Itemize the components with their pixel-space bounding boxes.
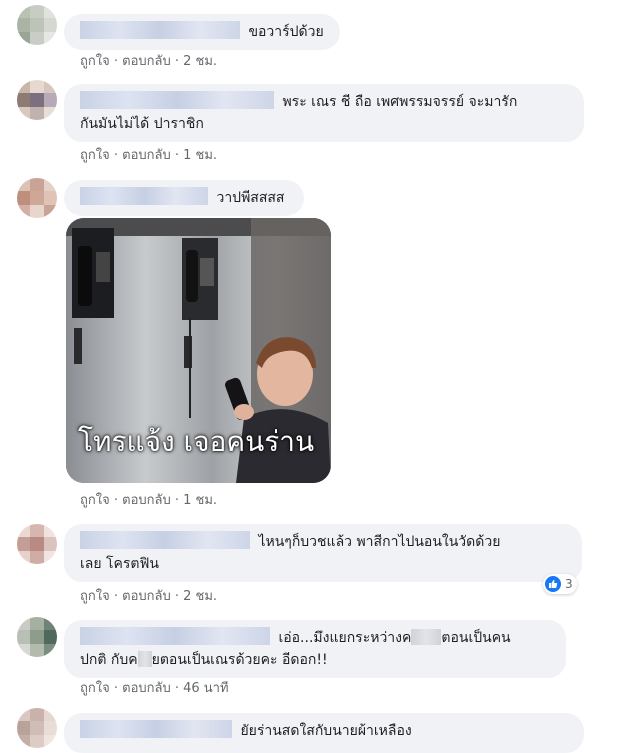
comment-text-line2b: ยตอนเป็นเณรด้วยคะ อีดอก!! — [151, 652, 328, 668]
avatar[interactable] — [17, 524, 57, 564]
comment-text-line1a: เอ่อ...มึงแยกระหว่างค — [278, 630, 412, 646]
comment-actions: ถูกใจ · ตอบกลับ · 2 ชม. — [80, 589, 217, 605]
comment-text-line1b: ตอนเป็นคน — [441, 630, 511, 646]
sticker-image[interactable]: โทรแจ้ง เจอคนร่าน — [66, 218, 331, 483]
comment-bubble: เอ่อ...มึงแยกระหว่างค ตอนเป็นคน ปกติ กับค… — [64, 620, 566, 678]
like-link[interactable]: ถูกใจ — [80, 54, 110, 69]
comment-text-line2a: ปกติ กับค — [80, 652, 138, 668]
separator: · — [113, 493, 123, 508]
commenter-name[interactable] — [80, 720, 232, 738]
reply-link[interactable]: ตอบกลับ — [122, 589, 171, 604]
reaction-badge[interactable]: 3 — [543, 574, 577, 594]
avatar[interactable] — [17, 708, 57, 748]
separator: · — [113, 589, 123, 604]
comment-text-line1: ไหนๆก็บวชแล้ว พาสีกาไปนอนในวัดด้วย — [258, 534, 501, 550]
commenter-name[interactable] — [80, 91, 274, 109]
like-link[interactable]: ถูกใจ — [80, 589, 110, 604]
separator: · — [113, 681, 123, 696]
timestamp[interactable]: 1 ชม. — [183, 148, 217, 163]
avatar[interactable] — [17, 5, 57, 45]
timestamp[interactable]: 1 ชม. — [183, 493, 217, 508]
timestamp[interactable]: 46 นาที — [183, 681, 228, 696]
separator: · — [113, 54, 123, 69]
comment-actions: ถูกใจ · ตอบกลับ · 1 ชม. — [80, 493, 217, 509]
reply-link[interactable]: ตอบกลับ — [122, 54, 171, 69]
comment-text: ขอวาร์ปด้วย — [248, 24, 324, 40]
separator: · — [174, 493, 184, 508]
reply-link[interactable]: ตอบกลับ — [122, 681, 171, 696]
comment-text: ยัยร่านสดใสกับนายผ้าเหลือง — [240, 723, 412, 739]
comment-bubble: ขอวาร์ปด้วย — [64, 14, 340, 50]
comment-bubble: ไหนๆก็บวชแล้ว พาสีกาไปนอนในวัดด้วย เลย โ… — [64, 524, 582, 582]
commenter-name[interactable] — [80, 21, 240, 39]
censored-text — [411, 629, 442, 645]
comment-bubble: ยัยร่านสดใสกับนายผ้าเหลือง — [64, 713, 584, 753]
comment-actions: ถูกใจ · ตอบกลับ · 2 ชม. — [80, 54, 217, 70]
reaction-count: 3 — [565, 577, 573, 591]
separator: · — [174, 681, 184, 696]
comment-actions: ถูกใจ · ตอบกลับ · 46 นาที — [80, 681, 229, 697]
thumbs-up-icon — [545, 576, 561, 592]
comment-text-line2: เลย โครตฟิน — [80, 556, 159, 572]
comment-text-line2: กันมันไม่ได้ ปาราชิก — [80, 116, 204, 132]
commenter-name[interactable] — [80, 531, 250, 549]
separator: · — [174, 148, 184, 163]
timestamp[interactable]: 2 ชม. — [183, 589, 217, 604]
avatar[interactable] — [17, 178, 57, 218]
comment-text: วาปพีสสสส — [216, 190, 285, 206]
comment-text-line1: พระ เณร ชี ถือ เพศพรรมจรรย์ จะมารัก — [282, 94, 518, 110]
like-link[interactable]: ถูกใจ — [80, 493, 110, 508]
reply-link[interactable]: ตอบกลับ — [122, 493, 171, 508]
like-link[interactable]: ถูกใจ — [80, 148, 110, 163]
comment-bubble: วาปพีสสสส — [64, 180, 304, 216]
separator: · — [113, 148, 123, 163]
avatar[interactable] — [17, 80, 57, 120]
sticker-caption: โทรแจ้ง เจอคนร่าน — [78, 425, 315, 458]
reply-link[interactable]: ตอบกลับ — [122, 148, 171, 163]
separator: · — [174, 589, 184, 604]
censored-text — [137, 651, 152, 667]
comment-bubble: พระ เณร ชี ถือ เพศพรรมจรรย์ จะมารัก กันม… — [64, 84, 584, 142]
commenter-name[interactable] — [80, 627, 270, 645]
comment-actions: ถูกใจ · ตอบกลับ · 1 ชม. — [80, 148, 217, 164]
separator: · — [174, 54, 184, 69]
like-link[interactable]: ถูกใจ — [80, 681, 110, 696]
avatar[interactable] — [17, 617, 57, 657]
commenter-name[interactable] — [80, 187, 208, 205]
timestamp[interactable]: 2 ชม. — [183, 54, 217, 69]
